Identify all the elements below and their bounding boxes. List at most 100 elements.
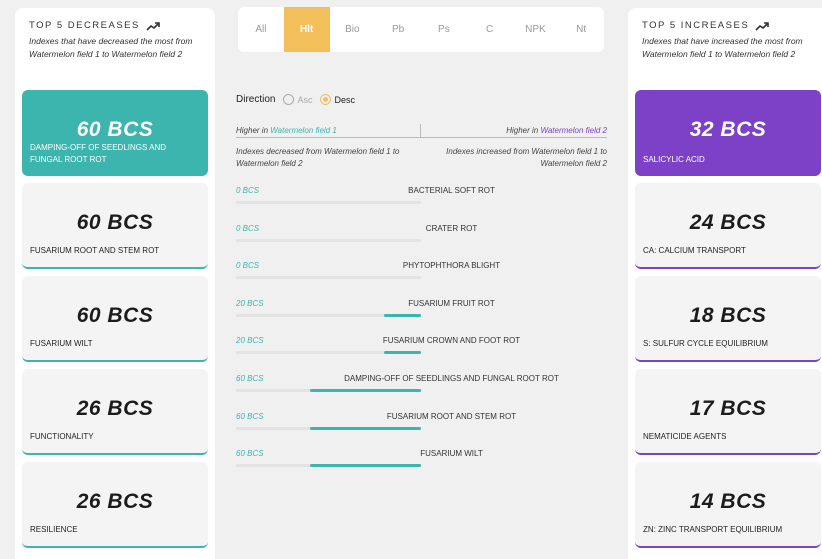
row-name: PHYTOPHTHORA BLIGHT xyxy=(402,261,501,271)
legend-divider xyxy=(420,124,421,138)
row-bar-track xyxy=(236,313,421,317)
legend-left: Higher in Watermelon field 1 xyxy=(236,126,337,135)
card-value: 14 BCS xyxy=(689,490,767,513)
card-label: RESILIENCE xyxy=(30,525,78,534)
direction-label: Direction xyxy=(236,94,276,105)
trend-up-icon xyxy=(755,21,769,31)
card-value: 26 BCS xyxy=(76,397,154,420)
legend-right-prefix: Higher in xyxy=(506,126,541,135)
card-value: 26 BCS xyxy=(76,490,154,513)
legend-right-description: Indexes increased from Watermelon field … xyxy=(446,147,607,168)
row-bar-fill xyxy=(310,388,421,392)
decreases-card[interactable]: 60 BCS FUSARIUM ROOT AND STEM ROT xyxy=(22,183,208,269)
row-bar-fill xyxy=(384,351,421,355)
row-value: 20 BCS xyxy=(236,298,264,308)
increases-card[interactable]: 17 BCS NEMATICIDE AGENTS xyxy=(635,369,821,455)
radio-circle-icon xyxy=(283,94,295,105)
card-label: FUNCTIONALITY xyxy=(30,432,94,441)
row-value: 60 BCS xyxy=(236,373,264,383)
row-bar-track xyxy=(236,388,421,392)
card-label: FUSARIUM WILT xyxy=(30,339,93,348)
page: TOP 5 DECREASES Indexes that have decrea… xyxy=(0,0,822,559)
index-rows: 0 BCS BACTERIAL SOFT ROT 0 BCS CRATER ROT 0 … xyxy=(236,184,607,485)
decreases-title: TOP 5 DECREASES xyxy=(29,20,140,31)
row-bar-track xyxy=(236,276,421,280)
increases-title-row: TOP 5 INCREASES xyxy=(642,20,814,31)
row-bar-track xyxy=(236,464,421,468)
tab-pb[interactable]: Pb xyxy=(375,7,421,52)
row-value: 0 BCS xyxy=(236,261,260,271)
row-name: FUSARIUM FRUIT ROT xyxy=(408,298,495,308)
card-label: SALICYLIC ACID xyxy=(643,155,705,164)
row-value: 20 BCS xyxy=(236,336,264,346)
decreases-cards: 60 BCS DAMPING-OFF OF SEEDLINGS AND FUNGA… xyxy=(22,90,208,555)
decreases-card[interactable]: 60 BCS DAMPING-OFF OF SEEDLINGS AND FUNGA… xyxy=(22,90,208,176)
legend-left-description: Indexes decreased from Watermelon field … xyxy=(236,147,400,168)
increases-title: TOP 5 INCREASES xyxy=(642,20,750,31)
index-row[interactable]: 60 BCS DAMPING-OFF OF SEEDLINGS AND FUNGA… xyxy=(236,372,607,410)
direction-asc-radio[interactable]: Asc xyxy=(283,94,312,105)
category-tabs: All Hlt Bio Pb Ps C NPK Nt xyxy=(238,7,604,52)
trend-down-icon xyxy=(146,21,160,31)
decreases-card[interactable]: 60 BCS FUSARIUM WILT xyxy=(22,276,208,362)
legend-left-prefix: Higher in xyxy=(236,126,271,135)
decreases-title-row: TOP 5 DECREASES xyxy=(29,20,201,31)
row-value: 60 BCS xyxy=(236,411,264,421)
card-label: FUSARIUM ROOT AND STEM ROT xyxy=(30,246,160,255)
index-row[interactable]: 20 BCS FUSARIUM CROWN AND FOOT ROT xyxy=(236,334,607,372)
direction-control: Direction Asc Desc xyxy=(236,94,355,105)
row-bar-fill xyxy=(310,464,421,468)
card-value: 24 BCS xyxy=(689,211,767,234)
direction-desc-radio[interactable]: Desc xyxy=(320,94,355,105)
tab-c[interactable]: C xyxy=(467,7,513,52)
row-name: CRATER ROT xyxy=(425,223,478,233)
direction-desc-label: Desc xyxy=(334,94,355,105)
card-label: NEMATICIDE AGENTS xyxy=(643,432,727,441)
index-row[interactable]: 60 BCS FUSARIUM ROOT AND STEM ROT xyxy=(236,410,607,448)
legend-right: Higher in Watermelon field 2 xyxy=(506,126,607,135)
row-name: DAMPING-OFF OF SEEDLINGS AND FUNGAL ROOT… xyxy=(344,373,559,383)
card-value: 60 BCS xyxy=(76,118,154,141)
card-value: 32 BCS xyxy=(689,118,767,141)
row-name: BACTERIAL SOFT ROT xyxy=(408,186,495,195)
tab-all[interactable]: All xyxy=(238,7,284,52)
increases-panel: TOP 5 INCREASES Indexes that have increa… xyxy=(628,8,822,559)
row-value: 0 BCS xyxy=(236,223,260,233)
comparison-legend: Higher in Watermelon field 1 Higher in W… xyxy=(236,124,607,138)
tab-npk[interactable]: NPK xyxy=(513,7,559,52)
index-row[interactable]: 20 BCS FUSARIUM FRUIT ROT xyxy=(236,297,607,335)
card-label: ZN: ZINC TRANSPORT EQUILIBRIUM xyxy=(643,525,783,534)
increases-card[interactable]: 14 BCS ZN: ZINC TRANSPORT EQUILIBRIUM xyxy=(635,462,821,548)
tab-nt[interactable]: Nt xyxy=(558,7,604,52)
increases-description: Indexes that have increased the most fro… xyxy=(642,36,803,59)
card-label: CA: CALCIUM TRANSPORT xyxy=(643,246,746,255)
decreases-panel: TOP 5 DECREASES Indexes that have decrea… xyxy=(15,8,215,559)
row-value: 0 BCS xyxy=(236,186,260,195)
index-row[interactable]: 0 BCS PHYTOPHTHORA BLIGHT xyxy=(236,259,607,297)
increases-card[interactable]: 24 BCS CA: CALCIUM TRANSPORT xyxy=(635,183,821,269)
card-label: DAMPING-OFF OF SEEDLINGS AND FUNGAL ROOT… xyxy=(30,143,167,164)
tab-hlt[interactable]: Hlt xyxy=(283,7,330,52)
decreases-description: Indexes that have decreased the most fro… xyxy=(29,36,193,59)
row-name: FUSARIUM WILT xyxy=(420,449,483,459)
tab-ps[interactable]: Ps xyxy=(421,7,467,52)
decreases-card[interactable]: 26 BCS FUNCTIONALITY xyxy=(22,369,208,455)
index-row[interactable]: 0 BCS CRATER ROT xyxy=(236,222,607,260)
card-value: 60 BCS xyxy=(76,304,154,327)
decreases-card[interactable]: 26 BCS RESILIENCE xyxy=(22,462,208,548)
row-bar-track xyxy=(236,426,421,430)
index-row[interactable]: 60 BCS FUSARIUM WILT xyxy=(236,447,607,485)
legend-right-field: Watermelon field 2 xyxy=(540,126,607,135)
card-value: 18 BCS xyxy=(689,304,767,327)
index-row[interactable]: 0 BCS BACTERIAL SOFT ROT xyxy=(236,184,607,222)
direction-asc-label: Asc xyxy=(297,94,313,105)
card-value: 17 BCS xyxy=(689,397,767,420)
row-value: 60 BCS xyxy=(236,449,264,459)
row-bar-fill xyxy=(310,426,421,430)
tab-bio[interactable]: Bio xyxy=(330,7,376,52)
row-bar-fill xyxy=(384,313,421,317)
card-label: S: SULFUR CYCLE EQUILIBRIUM xyxy=(643,339,768,348)
increases-card[interactable]: 32 BCS SALICYLIC ACID xyxy=(635,90,821,176)
increases-card[interactable]: 18 BCS S: SULFUR CYCLE EQUILIBRIUM xyxy=(635,276,821,362)
row-name: FUSARIUM CROWN AND FOOT ROT xyxy=(382,336,521,346)
